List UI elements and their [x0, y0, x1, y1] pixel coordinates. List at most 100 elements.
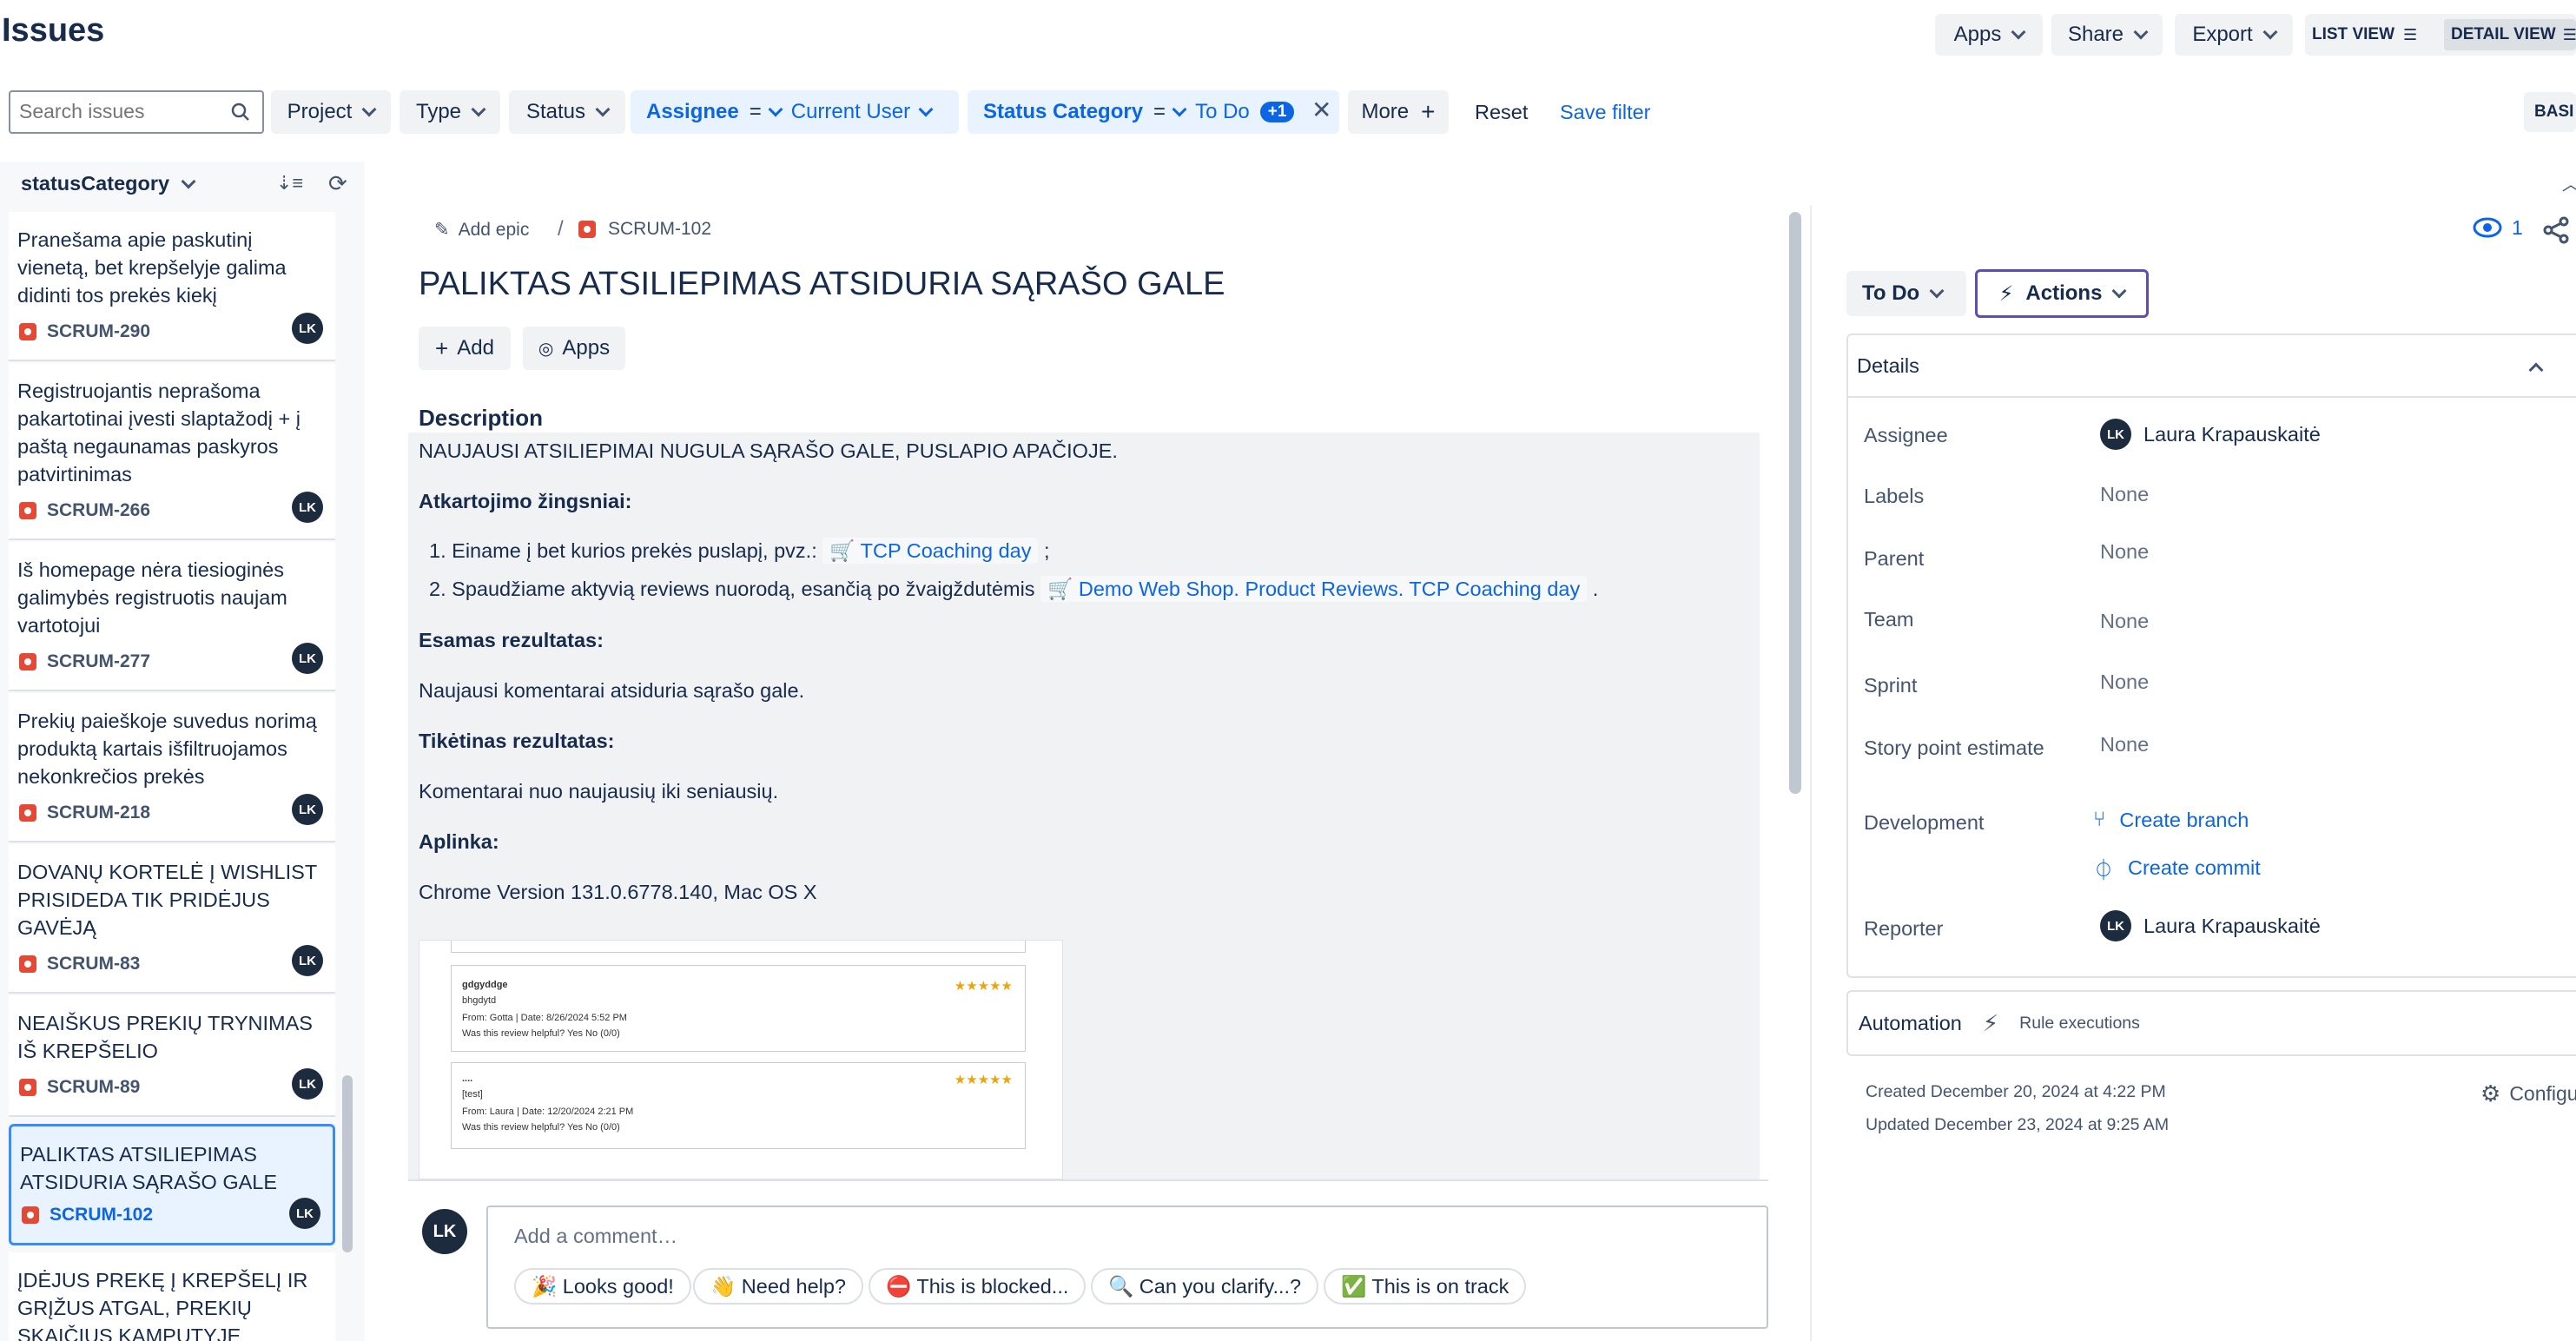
detail-view-button[interactable]: DETAIL VIEW ☰: [2444, 19, 2576, 50]
basic-toggle[interactable]: BASI: [2524, 92, 2576, 132]
apps-issue-button[interactable]: ◎ Apps: [523, 327, 625, 370]
story-point-value[interactable]: None: [2100, 733, 2149, 756]
apps-button[interactable]: Apps: [1935, 14, 2043, 56]
review-user: ....: [462, 1073, 473, 1084]
list-item[interactable]: Registruojantis neprašoma pakartotinai į…: [9, 363, 335, 540]
comment-box[interactable]: Add a comment…: [486, 1206, 1768, 1329]
sort-order-icon[interactable]: ⇣≡: [276, 172, 303, 195]
review-text: [test]: [462, 1089, 483, 1100]
watchers-button[interactable]: 1: [2472, 215, 2523, 240]
quick-reply-blocked[interactable]: ⛔ This is blocked...: [869, 1268, 1087, 1305]
step-1-link[interactable]: 🛒 TCP Coaching day: [822, 538, 1039, 564]
bug-icon: [19, 804, 36, 822]
issue-title[interactable]: PALIKTAS ATSILIEPIMAS ATSIDURIA SĄRAŠO G…: [419, 266, 1225, 303]
sort-field-dropdown[interactable]: statusCategory: [21, 172, 196, 195]
list-item[interactable]: Pranešama apie paskutinį vienetą, bet kr…: [9, 212, 335, 361]
development-label: Development: [1864, 811, 1985, 834]
search-icon: [231, 102, 249, 121]
add-epic-link[interactable]: ✎ Add epic: [434, 219, 529, 241]
list-item[interactable]: Iš homepage nėra tiesioginės galimybės r…: [9, 542, 335, 691]
updated-date: Updated December 23, 2024 at 9:25 AM: [1866, 1115, 2170, 1134]
search-input[interactable]: [10, 92, 219, 130]
chevron-down-icon: [595, 102, 611, 117]
assignee-operator[interactable]: =: [750, 100, 783, 124]
lightning-icon: ⚡: [1982, 1009, 1999, 1036]
quick-reply-need-help[interactable]: 👋 Need help?: [693, 1268, 863, 1305]
reporter-field[interactable]: LK Laura Krapauskaitė: [2100, 910, 2321, 941]
chevron-down-icon: [2133, 24, 2149, 40]
status-category-filter[interactable]: Status Category = To Do +1: [968, 90, 1339, 134]
center-scrollbar[interactable]: [1789, 212, 1801, 794]
export-label: Export: [2192, 23, 2253, 46]
watch-count: 1: [2512, 215, 2523, 239]
share-button[interactable]: Share: [2051, 14, 2163, 56]
chevron-down-icon: [2262, 24, 2278, 40]
parent-value[interactable]: None: [2100, 540, 2149, 564]
create-branch-link[interactable]: ⑂ Create branch: [2093, 808, 2249, 832]
current-result-heading: Esamas rezultatas:: [419, 629, 604, 651]
list-item-title: Pranešama apie paskutinį vienetą, bet kr…: [17, 228, 287, 307]
actions-button[interactable]: ⚡ Actions: [1975, 269, 2149, 318]
status-category-op-text: =: [1153, 100, 1166, 123]
status-filter[interactable]: Status: [509, 90, 625, 134]
refresh-icon[interactable]: ⟳: [328, 170, 347, 197]
story-point-label: Story point estimate: [1864, 737, 2044, 759]
status-transition-button[interactable]: To Do: [1846, 271, 1966, 316]
review-card: .... [test] From: Laura | Date: 12/20/20…: [451, 1062, 1026, 1149]
list-item-key: SCRUM-102: [50, 1205, 154, 1225]
reset-button[interactable]: Reset: [1475, 101, 1528, 124]
list-item[interactable]: NEAIŠKUS PREKIŲ TRYNIMAS IŠ KREPŠELIO SC…: [9, 995, 335, 1117]
detail-icon: ☰: [2562, 25, 2576, 43]
step-2-link[interactable]: 🛒 Demo Web Shop. Product Reviews. TCP Co…: [1040, 576, 1588, 602]
share-icon[interactable]: [2541, 215, 2571, 245]
expected-result-text: Komentarai nuo naujausių iki seniausių.: [419, 780, 779, 803]
chevron-down-icon: [2011, 24, 2026, 40]
chevron-down-icon: [918, 102, 934, 117]
automation-card[interactable]: Automation ⚡ Rule executions: [1846, 990, 2576, 1056]
export-button[interactable]: Export: [2175, 14, 2293, 56]
add-button[interactable]: + Add: [419, 327, 511, 370]
sort-field-label: statusCategory: [21, 172, 170, 195]
apps-icon: ◎: [538, 339, 554, 359]
attached-screenshot[interactable]: gdgyddge bhgdytd From: Gotta | Date: 8/2…: [419, 940, 1063, 1179]
configure-button[interactable]: ⚙ Configu: [2480, 1080, 2576, 1107]
details-header[interactable]: Details: [1846, 334, 2576, 398]
sprint-value[interactable]: None: [2100, 670, 2149, 694]
share-label: Share: [2067, 23, 2124, 46]
clear-filter-close-icon[interactable]: ✕: [1311, 96, 1331, 124]
project-filter[interactable]: Project: [271, 90, 391, 134]
create-commit-link[interactable]: ⏀ Create commit: [2093, 853, 2261, 883]
more-filters-button[interactable]: More +: [1348, 90, 1449, 134]
status-category-value[interactable]: To Do: [1195, 100, 1250, 124]
list-item-title: PALIKTAS ATSILIEPIMAS ATSIDURIA SĄRAŠO G…: [20, 1143, 278, 1193]
step-2-tail: .: [1592, 578, 1599, 600]
list-item-title: DOVANŲ KORTELĖ Į WISHLIST PRISIDEDA TIK …: [17, 861, 317, 939]
description-heading: Description: [419, 405, 544, 431]
list-item-selected[interactable]: PALIKTAS ATSILIEPIMAS ATSIDURIA SĄRAŠO G…: [9, 1124, 335, 1245]
assignee-filter[interactable]: Assignee = Current User: [631, 90, 959, 134]
list-item-key: SCRUM-290: [47, 321, 151, 341]
save-filter-button[interactable]: Save filter: [1560, 101, 1651, 124]
quick-reply-looks-good[interactable]: 🎉 Looks good!: [514, 1268, 691, 1305]
type-filter[interactable]: Type: [400, 90, 500, 134]
steps-heading: Atkartojimo žingsniai:: [419, 490, 632, 512]
list-item[interactable]: DOVANŲ KORTELĖ Į WISHLIST PRISIDEDA TIK …: [9, 844, 335, 994]
search-input-wrap[interactable]: [9, 90, 264, 134]
assignee-value[interactable]: Current User: [791, 100, 910, 124]
assignee-field[interactable]: LK Laura Krapauskaitė: [2100, 419, 2321, 450]
team-value[interactable]: None: [2100, 610, 2149, 633]
list-item[interactable]: ĮDĖJUS PREKĘ Į KREPŠELĮ IR GRĮŽUS ATGAL,…: [9, 1252, 335, 1341]
labels-value[interactable]: None: [2100, 483, 2149, 506]
plus-icon: +: [435, 334, 449, 361]
quick-reply-on-track[interactable]: ✅ This is on track: [1324, 1268, 1527, 1305]
comment-placeholder: Add a comment…: [514, 1225, 678, 1247]
quick-reply-clarify[interactable]: 🔍 Can you clarify...?: [1091, 1268, 1319, 1305]
list-item[interactable]: Prekių paieškoje suvedus norimą produktą…: [9, 693, 335, 842]
list-item-key: SCRUM-83: [47, 954, 141, 974]
right-panel-collapse-icon[interactable]: ︿: [2562, 170, 2576, 195]
detail-view-label: DETAIL VIEW: [2451, 25, 2556, 43]
list-view-button[interactable]: LIST VIEW ☰: [2312, 14, 2417, 56]
status-category-operator[interactable]: =: [1153, 100, 1187, 124]
breadcrumb-issue-key[interactable]: SCRUM-102: [578, 219, 711, 240]
environment-heading: Aplinka:: [419, 830, 499, 853]
